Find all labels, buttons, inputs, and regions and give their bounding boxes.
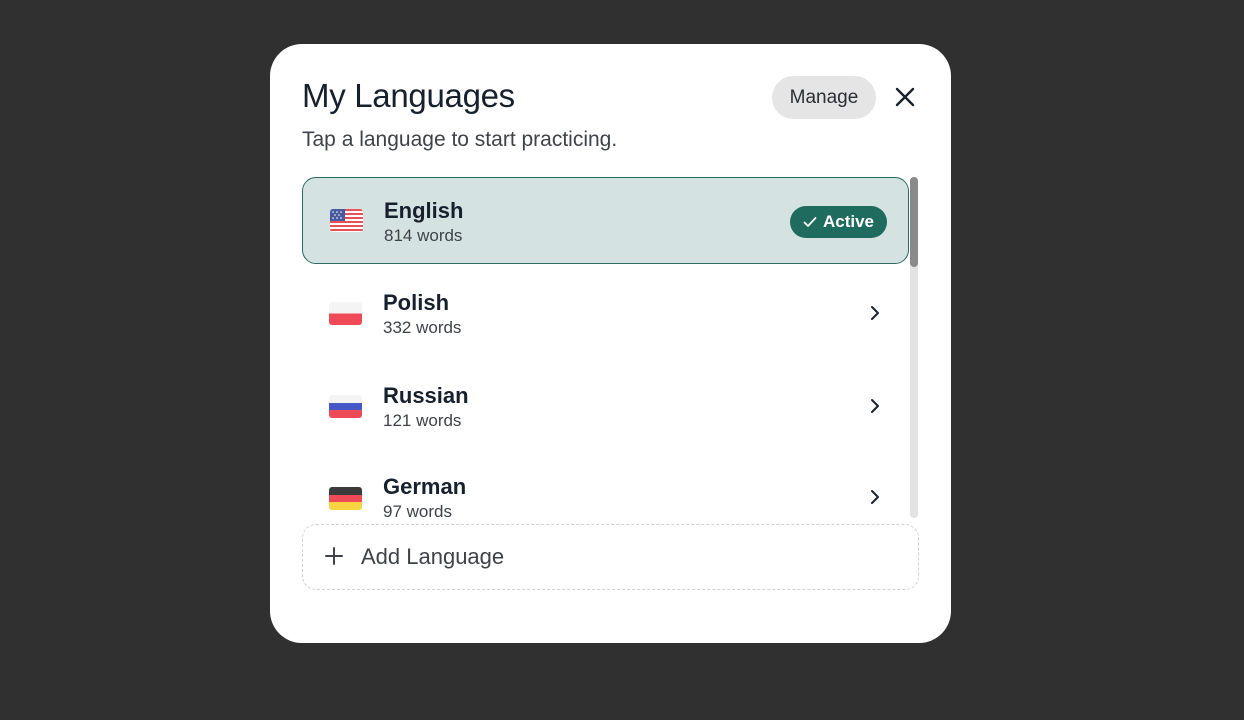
languages-modal: My Languages Tap a language to start pra… bbox=[270, 44, 951, 643]
manage-button[interactable]: Manage bbox=[772, 76, 876, 119]
add-language-button[interactable]: Add Language bbox=[302, 524, 919, 590]
add-language-label: Add Language bbox=[361, 544, 505, 569]
language-name: German bbox=[383, 474, 467, 499]
language-name: Russian bbox=[383, 383, 469, 408]
language-row-polish[interactable]: Polish 332 words bbox=[302, 270, 909, 357]
language-row-english[interactable]: English 814 words Active bbox=[302, 177, 909, 264]
language-word-count: 332 words bbox=[383, 318, 462, 337]
language-row-russian[interactable]: Russian 121 words bbox=[302, 363, 909, 450]
active-badge: Active bbox=[790, 206, 887, 238]
chevron-right-icon bbox=[871, 306, 879, 320]
language-word-count: 97 words bbox=[383, 502, 452, 518]
chevron-right-icon bbox=[871, 399, 879, 413]
language-row-german[interactable]: German 97 words bbox=[302, 455, 909, 518]
us-flag-icon bbox=[330, 209, 363, 232]
pl-flag-icon bbox=[329, 302, 362, 325]
language-word-count: 121 words bbox=[383, 411, 462, 430]
list-scrollbar[interactable] bbox=[910, 177, 918, 518]
active-badge-label: Active bbox=[822, 212, 875, 231]
ru-flag-icon bbox=[329, 395, 362, 418]
modal-subtitle: Tap a language to start practicing. bbox=[302, 128, 618, 151]
plus-icon bbox=[325, 547, 343, 565]
de-flag-icon bbox=[329, 487, 362, 510]
language-name: English bbox=[384, 198, 464, 223]
close-icon bbox=[895, 87, 915, 107]
check-icon bbox=[803, 217, 817, 227]
close-button[interactable] bbox=[890, 82, 920, 112]
language-name: Polish bbox=[383, 290, 450, 315]
scrollbar-thumb[interactable] bbox=[910, 177, 918, 267]
language-list[interactable]: English 814 words Active Polish 332 word… bbox=[302, 177, 910, 518]
language-word-count: 814 words bbox=[384, 226, 463, 245]
modal-title: My Languages bbox=[302, 77, 515, 114]
chevron-right-icon bbox=[871, 490, 879, 504]
